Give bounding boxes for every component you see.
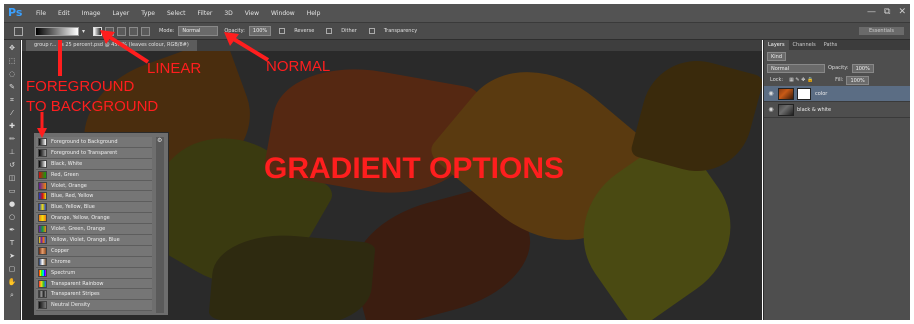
annotation-title: GRADIENT OPTIONS bbox=[264, 152, 565, 185]
annotation-linear: LINEAR bbox=[147, 60, 202, 77]
annotation-to-background: TO BACKGROUND bbox=[26, 98, 159, 115]
screenshot-frame: Ps File Edit Image Layer Type Select Fil… bbox=[0, 0, 914, 324]
annotation-foreground: FOREGROUND bbox=[26, 78, 135, 95]
annotation-normal: NORMAL bbox=[266, 58, 331, 75]
arrow-normal-shaft bbox=[230, 36, 270, 62]
arrow-preset-head bbox=[37, 128, 47, 138]
arrow-linear-shaft bbox=[106, 34, 150, 64]
